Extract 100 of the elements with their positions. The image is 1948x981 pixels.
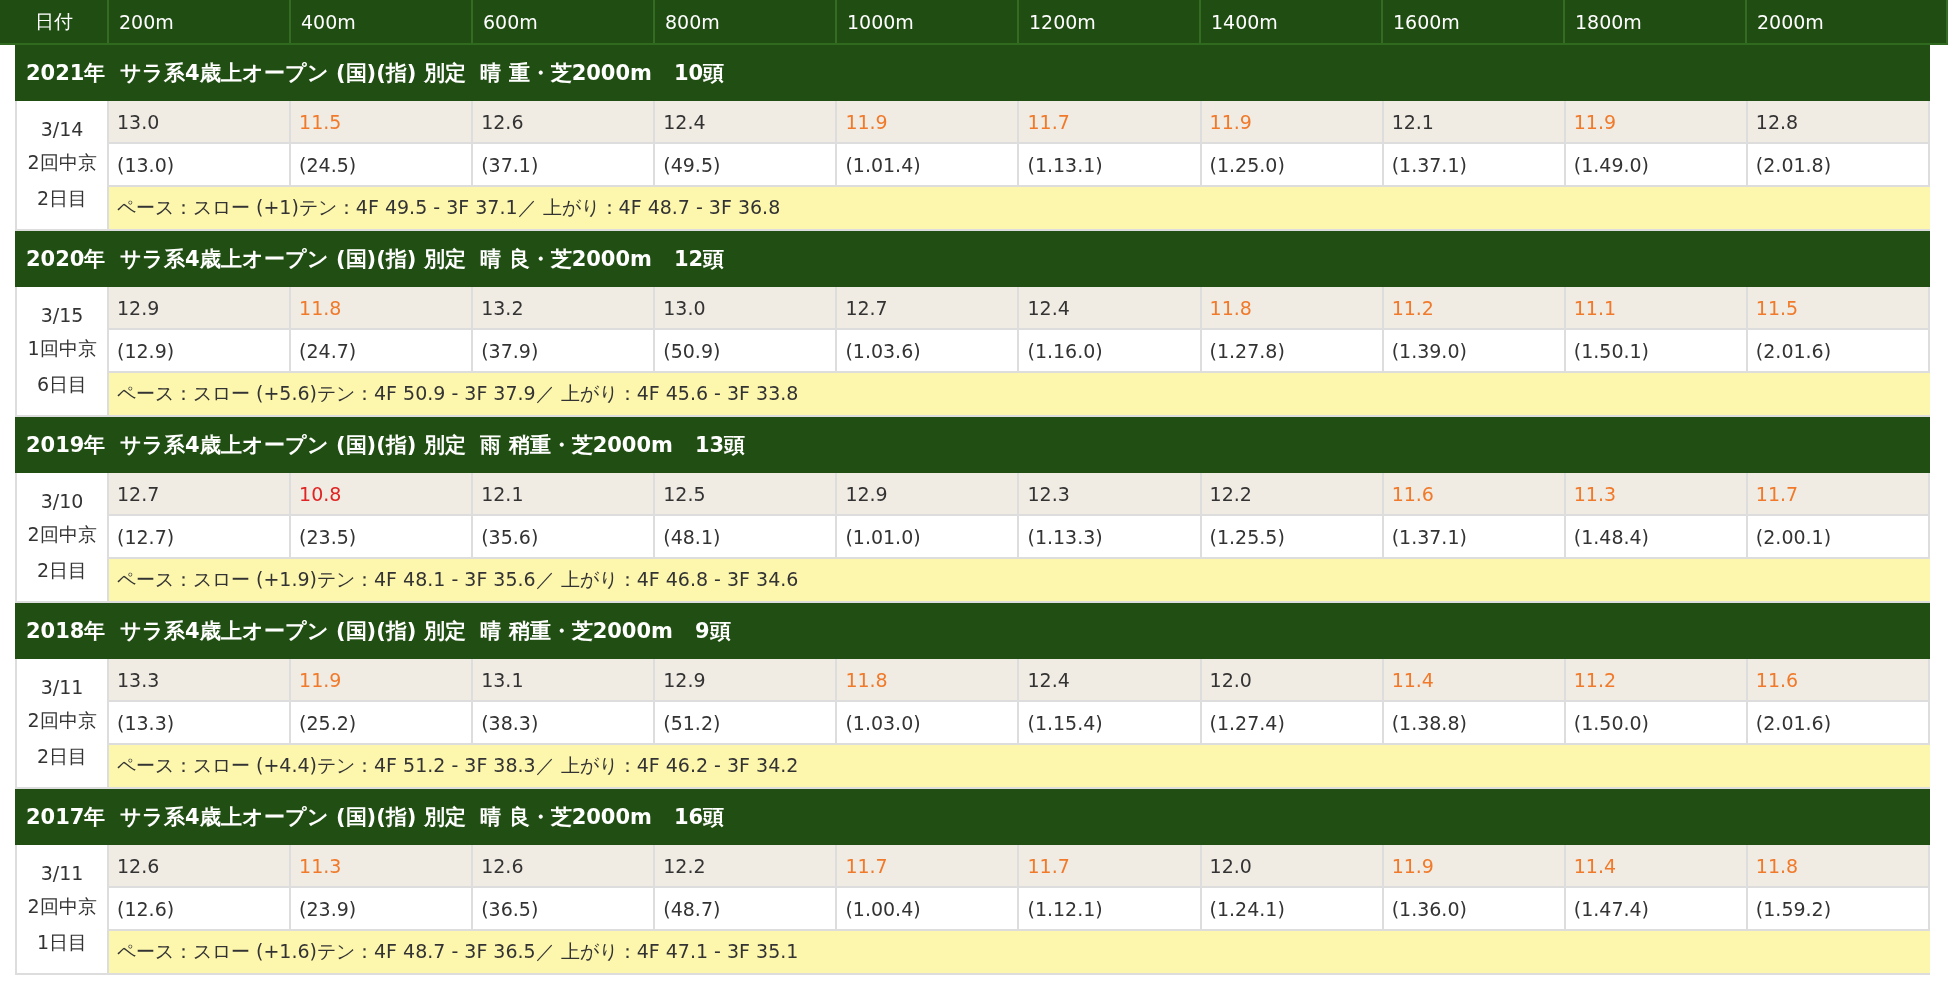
lap-time-cell: 13.0: [109, 101, 292, 144]
race-title: 2017年 サラ系4歳上オープン (国)(指) 別定 晴 良・芝2000m 16頭: [15, 789, 1930, 845]
cumulative-time-cell: (51.2): [655, 702, 838, 745]
race-date: 3/14: [40, 118, 84, 140]
lap-time-cell: 11.7: [837, 845, 1020, 888]
cumulative-time-cell: (1.25.5): [1201, 516, 1384, 559]
cumulative-time-cell: (1.37.1): [1383, 144, 1566, 187]
cumulative-time-cell: (2.00.1): [1747, 516, 1930, 559]
race-title: 2018年 サラ系4歳上オープン (国)(指) 別定 晴 稍重・芝2000m 9頭: [15, 603, 1930, 659]
cumulative-time-cell: (1.01.4): [837, 144, 1020, 187]
cumulative-time-cell: (12.9): [109, 330, 292, 373]
cumulative-time-cell: (1.27.8): [1201, 330, 1384, 373]
cumulative-time-cell: (1.59.2): [1747, 888, 1930, 931]
cumulative-time-cell: (36.5): [473, 888, 656, 931]
cumulative-time-cell: (49.5): [655, 144, 838, 187]
cumulative-time-cell: (48.7): [655, 888, 838, 931]
cumulative-time-cell: (23.9): [291, 888, 474, 931]
cumulative-time-cell: (1.27.4): [1201, 702, 1384, 745]
lap-time-cell: 11.5: [1747, 287, 1930, 330]
cumulative-time-cell: (1.03.6): [837, 330, 1020, 373]
lap-time-cell: 11.8: [1201, 287, 1384, 330]
cumulative-time-cell: (1.37.1): [1383, 516, 1566, 559]
column-header: 600m: [473, 0, 655, 43]
race-date: 3/11: [40, 676, 84, 698]
lap-time-cell: 13.1: [473, 659, 656, 702]
cumulative-time-cell: (13.3): [109, 702, 292, 745]
lap-time-cell: 11.2: [1565, 659, 1748, 702]
column-header: 400m: [291, 0, 473, 43]
lap-time-cell: 11.4: [1565, 845, 1748, 888]
lap-time-cell: 11.8: [837, 659, 1020, 702]
cumulative-time-cell: (38.3): [473, 702, 656, 745]
race-meeting: 2回中京: [27, 708, 97, 733]
cumulative-time-cell: (25.2): [291, 702, 474, 745]
column-header: 1000m: [837, 0, 1019, 43]
race-meeting: 2回中京: [27, 150, 97, 175]
cumulative-time-cell: (24.5): [291, 144, 474, 187]
lap-time-cell: 13.3: [109, 659, 292, 702]
lap-time-cell: 12.0: [1201, 845, 1384, 888]
cumulative-time-cell: (1.13.3): [1019, 516, 1202, 559]
lap-time-cell: 13.2: [473, 287, 656, 330]
cumulative-time-cell: (12.7): [109, 516, 292, 559]
cumulative-time-cell: (2.01.8): [1747, 144, 1930, 187]
lap-time-cell: 11.9: [1383, 845, 1566, 888]
cumulative-time-cell: (1.16.0): [1019, 330, 1202, 373]
lap-time-cell: 12.6: [473, 101, 656, 144]
cumulative-time-cell: (1.24.1): [1201, 888, 1384, 931]
cumulative-time-cell: (1.48.4): [1565, 516, 1748, 559]
cumulative-time-cell: (1.49.0): [1565, 144, 1748, 187]
lap-time-cell: 12.3: [1019, 473, 1202, 516]
cumulative-time-cell: (1.25.0): [1201, 144, 1384, 187]
lap-time-cell: 12.9: [655, 659, 838, 702]
lap-time-cell: 12.9: [109, 287, 292, 330]
lap-time-cell: 12.1: [473, 473, 656, 516]
pace-cell: ペース：スロー (+1)テン：4F 49.5 - 3F 37.1／ 上がり：4F 48.7 - 3F 36.8: [109, 187, 1930, 229]
lap-time-cell: 11.9: [1565, 101, 1748, 144]
cumulative-time-cell: (1.36.0): [1383, 888, 1566, 931]
cumulative-time-cell: (1.15.4): [1019, 702, 1202, 745]
column-header: 日付: [0, 0, 109, 43]
lap-time-cell: 11.9: [291, 659, 474, 702]
lap-time-cell: 12.8: [1747, 101, 1930, 144]
cumulative-time-cell: (1.47.4): [1565, 888, 1748, 931]
lap-time-cell: 12.9: [837, 473, 1020, 516]
lap-time-cell: 11.1: [1565, 287, 1748, 330]
lap-time-cell: 12.0: [1201, 659, 1384, 702]
race-day: 2日目: [36, 186, 88, 212]
cumulative-time-cell: (1.50.1): [1565, 330, 1748, 373]
cumulative-time-cell: (1.39.0): [1383, 330, 1566, 373]
lap-time-cell: 12.4: [1019, 287, 1202, 330]
race-title: 2019年 サラ系4歳上オープン (国)(指) 別定 雨 稍重・芝2000m 13頭: [15, 417, 1930, 473]
column-header: 800m: [655, 0, 837, 43]
cumulative-time-cell: (1.00.4): [837, 888, 1020, 931]
column-header: 200m: [109, 0, 291, 43]
race-date: 3/11: [40, 862, 84, 884]
lap-time-cell: 11.6: [1383, 473, 1566, 516]
lap-time-cell: 12.6: [109, 845, 292, 888]
cumulative-time-cell: (23.5): [291, 516, 474, 559]
race-date: 3/10: [40, 490, 84, 512]
race-date: 3/15: [40, 304, 84, 326]
lap-time-cell: 12.2: [655, 845, 838, 888]
column-header: 2000m: [1747, 0, 1948, 43]
lap-time-cell: 11.4: [1383, 659, 1566, 702]
race-title: 2021年 サラ系4歳上オープン (国)(指) 別定 晴 重・芝2000m 10頭: [15, 45, 1930, 101]
race-meeting: 2回中京: [27, 522, 97, 547]
cumulative-time-cell: (37.9): [473, 330, 656, 373]
lap-time-cell: 12.7: [837, 287, 1020, 330]
lap-time-cell: 11.7: [1019, 101, 1202, 144]
cumulative-time-cell: (37.1): [473, 144, 656, 187]
lap-time-cell: 13.0: [655, 287, 838, 330]
cumulative-time-cell: (50.9): [655, 330, 838, 373]
lap-time-cell: 12.7: [109, 473, 292, 516]
race-title: 2020年 サラ系4歳上オープン (国)(指) 別定 晴 良・芝2000m 12頭: [15, 231, 1930, 287]
lap-time-cell: 11.9: [837, 101, 1020, 144]
pace-cell: ペース：スロー (+1.6)テン：4F 48.7 - 3F 36.5／ 上がり：4F 47.1 - 3F 35.1: [109, 931, 1930, 973]
cumulative-time-cell: (1.38.8): [1383, 702, 1566, 745]
lap-time-cell: 12.6: [473, 845, 656, 888]
cumulative-time-cell: (13.0): [109, 144, 292, 187]
race-day: 1日目: [36, 930, 88, 956]
race-day: 6日目: [36, 372, 88, 398]
cumulative-time-cell: (35.6): [473, 516, 656, 559]
lap-time-cell: 11.2: [1383, 287, 1566, 330]
